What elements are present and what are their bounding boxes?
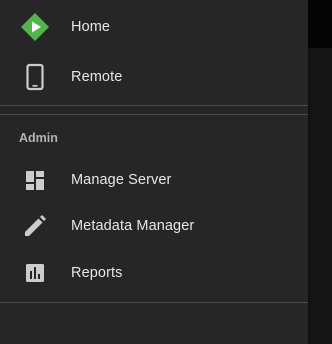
header-backdrop [308,0,332,48]
nav-item-reports[interactable]: Reports [0,258,308,288]
nav-item-metadata-manager-label: Metadata Manager [71,218,195,234]
navigation-drawer: Home Remote Admin Manage Server Metadata… [0,0,308,344]
home-logo-icon [20,12,50,42]
bar-chart-icon [20,258,50,288]
divider-top [0,105,308,106]
nav-item-home[interactable]: Home [0,12,308,42]
app-screen: Home Remote Admin Manage Server Metadata… [0,0,332,344]
nav-item-reports-label: Reports [71,265,123,281]
nav-item-remote[interactable]: Remote [0,62,308,92]
nav-item-metadata-manager[interactable]: Metadata Manager [0,211,308,241]
content-backdrop[interactable] [308,48,332,344]
admin-section-header: Admin [19,131,58,145]
nav-item-manage-server[interactable]: Manage Server [0,165,308,195]
divider-bottom [0,302,308,303]
nav-item-home-label: Home [71,19,111,35]
tablet-icon [20,62,50,92]
nav-item-manage-server-label: Manage Server [71,172,172,188]
dashboard-icon [20,165,50,195]
divider-section [0,114,308,115]
pencil-icon [20,211,50,241]
nav-item-remote-label: Remote [71,69,123,85]
